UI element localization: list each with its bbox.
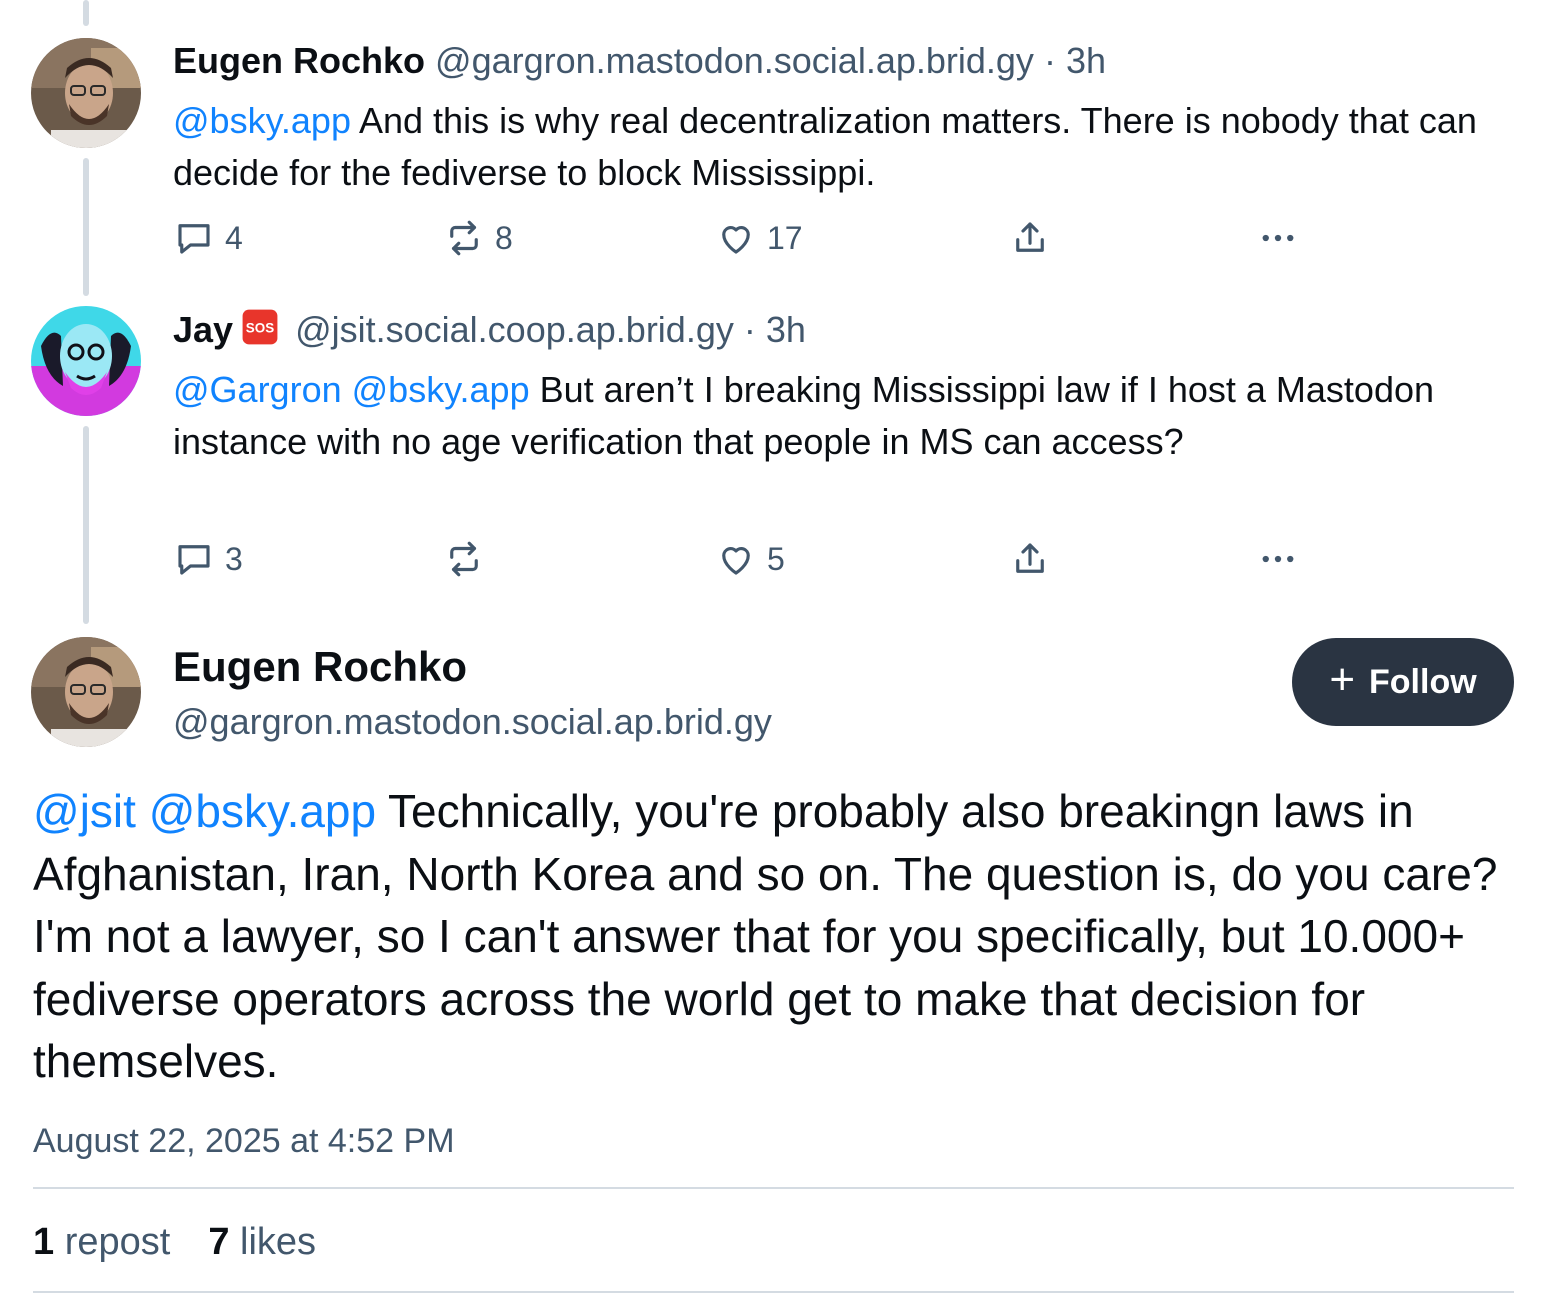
avatar-eugen-main[interactable] bbox=[31, 637, 141, 747]
reply-button[interactable]: 4 bbox=[173, 216, 243, 260]
main-author-name[interactable]: Eugen Rochko bbox=[173, 641, 467, 693]
author-name[interactable]: Eugen Rochko bbox=[173, 40, 425, 81]
follow-button[interactable]: + Follow bbox=[1292, 638, 1514, 726]
plus-icon: + bbox=[1329, 655, 1356, 704]
mention-link[interactable]: @bsky.app bbox=[149, 785, 376, 837]
repost-icon bbox=[450, 220, 478, 256]
like-icon bbox=[722, 226, 750, 254]
post-body: And this is why real decentralization ma… bbox=[173, 100, 1477, 193]
author-handle[interactable]: @gargron.mastodon.social.ap.brid.gy bbox=[435, 40, 1034, 81]
avatar-jay[interactable] bbox=[31, 306, 141, 416]
reply-icon bbox=[178, 224, 210, 254]
author-name[interactable]: Jay bbox=[173, 309, 233, 350]
repost-total: 1 bbox=[33, 1221, 55, 1263]
likes-stat[interactable]: 7 likes bbox=[208, 1221, 316, 1263]
share-button[interactable] bbox=[1009, 216, 1051, 260]
repost-label: repost bbox=[64, 1221, 171, 1263]
mention-link[interactable]: @bsky.app bbox=[173, 100, 351, 141]
more-options-button[interactable] bbox=[1257, 216, 1299, 260]
share-button[interactable] bbox=[1009, 537, 1051, 581]
avatar-image bbox=[31, 38, 141, 148]
sos-emoji: SOS bbox=[242, 309, 278, 345]
share-icon bbox=[1016, 543, 1044, 573]
reply-count: 4 bbox=[225, 219, 243, 256]
separator: · bbox=[1043, 40, 1056, 81]
reply-count: 3 bbox=[225, 540, 243, 577]
avatar-image bbox=[31, 306, 141, 416]
engagement-stats: 1 repost 7 likes bbox=[33, 1218, 316, 1266]
like-icon bbox=[722, 547, 750, 575]
post-actions: 4 8 17 bbox=[173, 216, 1353, 260]
author-handle[interactable]: @jsit.social.coop.ap.brid.gy bbox=[295, 309, 734, 350]
repost-count: 8 bbox=[495, 219, 513, 256]
post-text: @bsky.app And this is why real decentral… bbox=[173, 95, 1503, 199]
repost-stat[interactable]: 1 repost bbox=[33, 1221, 170, 1263]
separator: · bbox=[743, 309, 756, 350]
post-timestamp[interactable]: August 22, 2025 at 4:52 PM bbox=[33, 1120, 455, 1162]
mention-link[interactable]: @Gargron bbox=[173, 369, 342, 410]
repost-icon bbox=[450, 541, 478, 577]
mention-link[interactable]: @jsit bbox=[33, 785, 136, 837]
divider bbox=[33, 1187, 1514, 1189]
post-time[interactable]: 3h bbox=[766, 309, 806, 350]
avatar-eugen-reply[interactable] bbox=[31, 38, 141, 148]
likes-total: 7 bbox=[208, 1221, 230, 1263]
like-button[interactable]: 5 bbox=[715, 537, 785, 581]
reply-header: Eugen Rochko @gargron.mastodon.social.ap… bbox=[173, 39, 1106, 83]
thread-line-bottom bbox=[83, 426, 89, 624]
thread-line-top bbox=[83, 0, 89, 26]
repost-button[interactable] bbox=[443, 537, 495, 581]
main-post-text: @jsit @bsky.app Technically, you're prob… bbox=[33, 780, 1523, 1093]
more-options-button[interactable] bbox=[1257, 537, 1299, 581]
more-icon bbox=[1262, 555, 1294, 563]
repost-button[interactable]: 8 bbox=[443, 216, 513, 260]
post-actions: 3 5 bbox=[173, 537, 1353, 581]
likes-label: likes bbox=[240, 1221, 317, 1263]
thread-line-middle bbox=[83, 158, 89, 296]
main-author-handle[interactable]: @gargron.mastodon.social.ap.brid.gy bbox=[173, 700, 772, 744]
share-icon bbox=[1016, 222, 1044, 252]
post-time[interactable]: 3h bbox=[1066, 40, 1106, 81]
like-count: 17 bbox=[767, 219, 803, 256]
like-button[interactable]: 17 bbox=[715, 216, 803, 260]
like-count: 5 bbox=[767, 540, 785, 577]
reply-button[interactable]: 3 bbox=[173, 537, 243, 581]
follow-label: Follow bbox=[1369, 662, 1477, 701]
mention-link[interactable]: @bsky.app bbox=[352, 369, 530, 410]
avatar-image bbox=[31, 637, 141, 747]
divider bbox=[33, 1291, 1514, 1293]
reply-header: Jay SOS @jsit.social.coop.ap.brid.gy · 3h bbox=[173, 308, 806, 352]
more-icon bbox=[1262, 234, 1294, 242]
post-text: @Gargron @bsky.app But aren’t I breaking… bbox=[173, 364, 1503, 468]
svg-text:SOS: SOS bbox=[246, 321, 274, 336]
reply-icon bbox=[178, 545, 210, 575]
